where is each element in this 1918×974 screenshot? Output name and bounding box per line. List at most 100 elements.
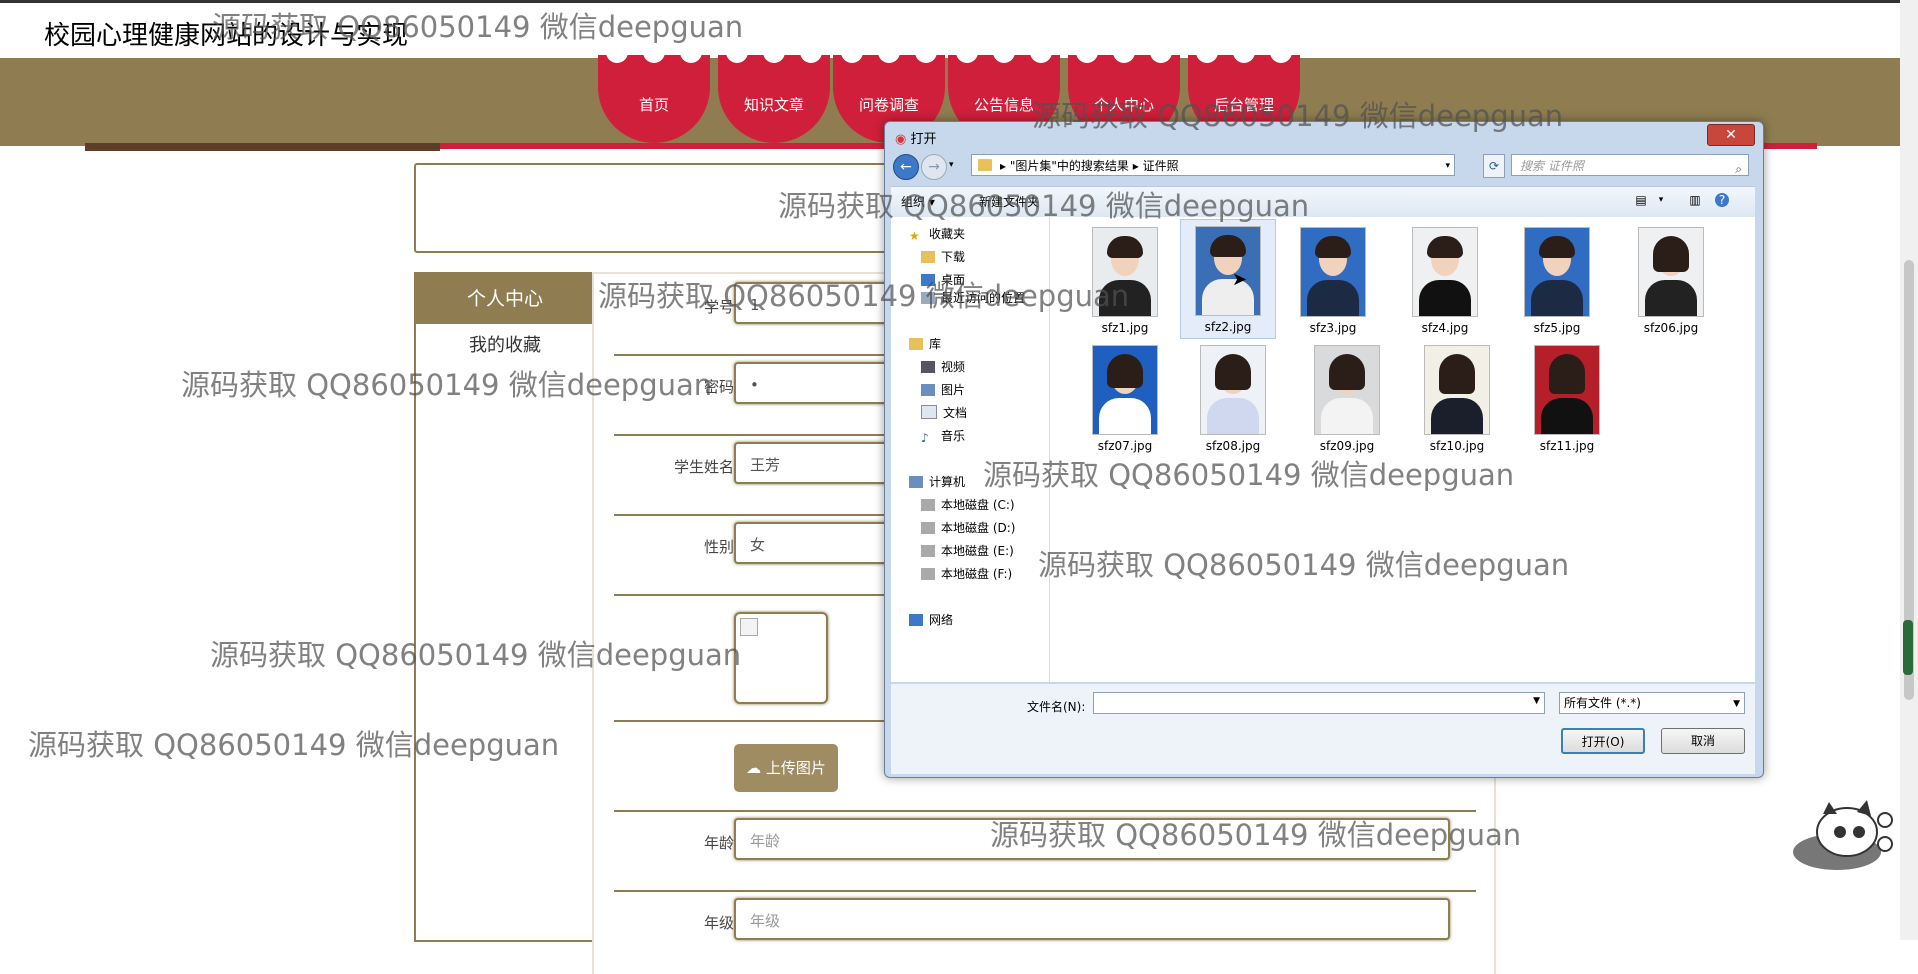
nav-downloads[interactable]: 下载: [921, 248, 965, 265]
file-thumbnail[interactable]: sfz10.jpg: [1410, 341, 1504, 459]
music-icon: ♪: [921, 431, 929, 445]
file-thumbnail[interactable]: sfz08.jpg: [1186, 341, 1280, 459]
nav-desktop[interactable]: 桌面: [921, 271, 965, 288]
breadcrumb-current[interactable]: 证件照: [1143, 159, 1179, 173]
filetype-value: 所有文件 (*.*): [1564, 696, 1641, 710]
back-arrow-icon[interactable]: ←: [893, 154, 919, 180]
nav-pictures[interactable]: 图片: [921, 381, 965, 398]
close-icon[interactable]: ✕: [1707, 124, 1755, 146]
chevron-down-icon[interactable]: ▾: [1445, 155, 1450, 177]
breadcrumb-sep-icon: ▸: [1000, 159, 1010, 173]
file-name: sfz3.jpg: [1309, 321, 1357, 335]
download-folder-icon: [921, 251, 935, 263]
nav-profile-label: 个人中心: [1093, 96, 1154, 114]
dialog-footer: 文件名(N): ▼ 所有文件 (*.*) ▼ 打开(O) 取消: [891, 684, 1755, 774]
file-name: sfz5.jpg: [1533, 321, 1581, 335]
cancel-button[interactable]: 取消: [1661, 728, 1745, 754]
dialog-title-text: 打开: [910, 132, 937, 147]
file-thumbnail[interactable]: sfz11.jpg: [1520, 341, 1614, 459]
help-icon[interactable]: ?: [1715, 193, 1729, 207]
file-name: sfz2.jpg: [1204, 320, 1252, 334]
mouse-cursor-icon: ➤: [1232, 269, 1248, 290]
new-folder-button[interactable]: 新建文件夹: [979, 193, 1039, 210]
nav-favorites-label: 收藏夹: [929, 227, 966, 241]
nav-computer-label: 计算机: [929, 475, 966, 489]
file-thumbnail[interactable]: sfz07.jpg: [1078, 341, 1172, 459]
nav-drive-f[interactable]: 本地磁盘 (F:): [921, 565, 1012, 582]
nav-documents[interactable]: 文档: [921, 404, 967, 421]
file-thumbnail[interactable]: sfz09.jpg: [1300, 341, 1394, 459]
nav-home-label: 首页: [638, 96, 669, 114]
chevron-down-icon: ▼: [1733, 699, 1740, 709]
dialog-search-placeholder: 搜索 证件照: [1520, 159, 1584, 173]
file-thumbnail-selected[interactable]: sfz2.jpg: [1180, 219, 1276, 339]
scrollbar-marker: [1903, 620, 1913, 675]
nav-library[interactable]: 库: [909, 335, 941, 352]
file-name: sfz07.jpg: [1097, 439, 1153, 453]
drive-icon: [921, 499, 935, 511]
filetype-select[interactable]: 所有文件 (*.*) ▼: [1559, 692, 1745, 714]
organize-button[interactable]: 组织 ▾: [901, 193, 935, 210]
document-icon: [921, 405, 937, 419]
nav-library-label: 库: [929, 337, 942, 351]
file-name: sfz08.jpg: [1205, 439, 1261, 453]
chevron-down-icon[interactable]: ▼: [1533, 696, 1540, 706]
nav-documents-label: 文档: [943, 406, 968, 420]
nav-drive-d[interactable]: 本地磁盘 (D:): [921, 519, 1015, 536]
address-bar[interactable]: ▸ "图片集"中的搜索结果 ▸ 证件照 ▾: [971, 154, 1455, 176]
nav-drive-e[interactable]: 本地磁盘 (E:): [921, 542, 1014, 559]
student-id-label: 学号: [703, 298, 734, 316]
chevron-down-icon[interactable]: ▾: [1653, 193, 1669, 207]
dialog-search-input[interactable]: 搜索 证件照 ⌕: [1511, 154, 1749, 176]
file-thumbnail[interactable]: sfz3.jpg: [1286, 223, 1380, 341]
age-input[interactable]: 年龄: [734, 818, 1450, 860]
nav-admin-label: 后台管理: [1213, 96, 1274, 114]
chevron-down-icon[interactable]: ▾: [949, 160, 954, 170]
nav-desktop-label: 桌面: [941, 273, 966, 287]
file-name: sfz10.jpg: [1429, 439, 1485, 453]
nav-pictures-label: 图片: [941, 383, 966, 397]
dialog-title: ◉ 打开: [895, 128, 937, 147]
age-label: 年龄: [703, 834, 734, 852]
file-thumbnail[interactable]: sfz1.jpg: [1078, 223, 1172, 341]
nav-recent[interactable]: 最近访问的位置: [921, 289, 1025, 306]
navigation-pane: ★ 收藏夹 下载 桌面 最近访问的位置 库 视频 图片 文档 ♪ 音乐 计算机 本地…: [891, 217, 1050, 682]
dialog-toolbar: 组织 ▾ 新建文件夹 ▤ ▾ ▥ ?: [891, 186, 1755, 218]
folder-icon: [978, 159, 992, 171]
recent-places-icon: [921, 292, 935, 304]
name-label: 学生姓名: [673, 458, 734, 476]
nav-dark-strip: [85, 143, 440, 151]
photo-preview: [734, 612, 828, 704]
nav-notices-label: 公告信息: [973, 96, 1034, 114]
upload-image-label: 上传图片: [765, 759, 826, 777]
sidebar-item-favorites[interactable]: 我的收藏: [416, 324, 594, 368]
forward-arrow-icon[interactable]: →: [921, 154, 947, 180]
grade-input[interactable]: 年级: [734, 898, 1450, 940]
form-row-grade: 年级 年级: [614, 890, 1476, 970]
nav-videos[interactable]: 视频: [921, 358, 965, 375]
desktop-icon: [921, 274, 935, 286]
file-open-dialog: ◉ 打开 ✕ ← → ▾ ▸ "图片集"中的搜索结果 ▸ 证件照 ▾ ⟳ 搜索 …: [884, 121, 1764, 778]
nav-drive-c[interactable]: 本地磁盘 (C:): [921, 496, 1015, 513]
nav-articles-label: 知识文章: [743, 96, 804, 114]
open-button[interactable]: 打开(O): [1561, 728, 1645, 754]
page-scrollbar[interactable]: [1900, 0, 1918, 940]
nav-network[interactable]: 网络: [909, 611, 953, 628]
nav-music[interactable]: ♪ 音乐: [921, 427, 965, 445]
breadcrumb-sep-icon: ▸: [1132, 159, 1143, 173]
preview-pane-icon[interactable]: ▥: [1687, 193, 1703, 207]
nav-drive-c-label: 本地磁盘 (C:): [941, 498, 1015, 512]
breadcrumb-search-results[interactable]: "图片集"中的搜索结果: [1010, 159, 1129, 173]
refresh-icon[interactable]: ⟳: [1483, 154, 1505, 178]
nav-computer[interactable]: 计算机: [909, 473, 965, 490]
nav-recent-label: 最近访问的位置: [941, 291, 1026, 305]
filename-input[interactable]: ▼: [1093, 692, 1545, 714]
nav-favorites[interactable]: ★ 收藏夹: [909, 225, 966, 243]
view-icon[interactable]: ▤: [1633, 193, 1649, 207]
file-thumbnail[interactable]: sfz06.jpg: [1624, 223, 1718, 341]
nav-videos-label: 视频: [941, 360, 966, 374]
upload-image-button[interactable]: ☁ 上传图片: [734, 744, 838, 792]
file-thumbnail[interactable]: sfz4.jpg: [1398, 223, 1492, 341]
file-name: sfz11.jpg: [1539, 439, 1595, 453]
file-thumbnail[interactable]: sfz5.jpg: [1510, 223, 1604, 341]
